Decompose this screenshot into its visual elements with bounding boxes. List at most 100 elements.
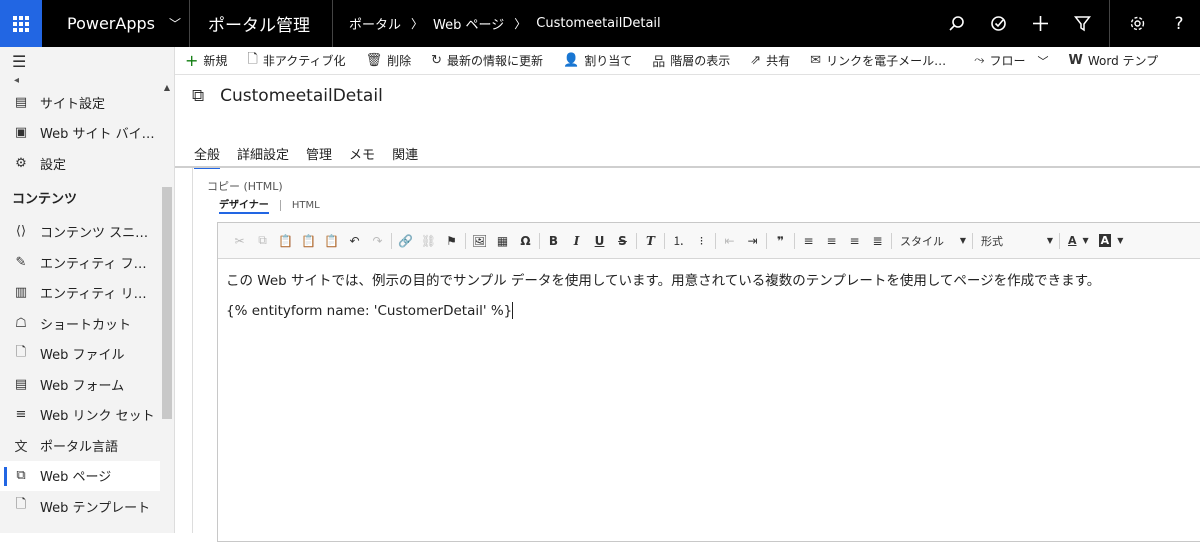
sidebar-item-content-snippet[interactable]: ⟨⟩ コンテンツ スニ…: [0, 217, 160, 248]
outdent-icon[interactable]: ⇤: [718, 230, 741, 252]
plus-icon: +: [185, 51, 199, 70]
remove-format-icon[interactable]: T: [639, 230, 662, 252]
link-icon[interactable]: 🔗: [394, 230, 417, 252]
sidebar-item-label: Web ファイル: [40, 348, 125, 364]
app-switcher[interactable]: PowerApps ﹀: [42, 0, 190, 47]
flow-button[interactable]: ⤳ フロー ﹀: [964, 47, 1058, 74]
hierarchy-icon: 品: [652, 55, 666, 70]
sidebar-scrollbar[interactable]: [162, 187, 172, 419]
top-nav-bar: PowerApps ﹀ ポータル管理 ポータル 〉 Web ページ 〉 Cust…: [0, 0, 1200, 47]
sidebar-item-web-page[interactable]: ⧉ Web ページ: [0, 460, 160, 491]
entity-form-icon: ✎: [15, 254, 27, 270]
paste-text-icon[interactable]: 📋: [297, 230, 320, 252]
command-label: 最新の情報に更新: [447, 54, 544, 68]
numbered-list-icon[interactable]: ⒈: [667, 230, 690, 252]
sidebar-item-web-template[interactable]: 🗋 Web テンプレート: [0, 491, 160, 522]
editor-toolbar: ✂ ⧉ 📋 📋 📋 ↶ ↷ 🔗 ⛓ ⚑ 🖼 ▦ Ω B I U S T ⒈ ⁝: [218, 223, 1200, 259]
undo-icon[interactable]: ↶: [343, 230, 366, 252]
html-tab[interactable]: HTML: [292, 200, 320, 211]
blockquote-icon[interactable]: ❞: [769, 230, 792, 252]
target-icon[interactable]: [977, 0, 1019, 47]
sidebar-item-entity-list[interactable]: ▥ エンティティ リ…: [0, 278, 160, 309]
web-page-icon: ⧉: [192, 86, 205, 106]
format-dropdown[interactable]: 形式 ▼: [975, 230, 1057, 252]
table-icon[interactable]: ▦: [491, 230, 514, 252]
command-label: 削除: [387, 54, 412, 68]
website-binding-icon: ▣: [14, 125, 28, 141]
sidebar-item-entity-form[interactable]: ✎ エンティティ フ…: [0, 247, 160, 278]
align-left-icon[interactable]: ≡: [797, 230, 820, 252]
bold-icon[interactable]: B: [542, 230, 565, 252]
site-settings-icon: ▤: [14, 94, 28, 110]
image-icon[interactable]: 🖼: [468, 230, 491, 252]
align-center-icon[interactable]: ≡: [820, 230, 843, 252]
sidebar-item-shortcut[interactable]: ☖ ショートカット: [0, 308, 160, 339]
divider: [1059, 232, 1060, 249]
editor-content[interactable]: この Web サイトでは、例示の目的でサンプル データを使用しています。用意され…: [218, 259, 1200, 344]
align-right-icon[interactable]: ≡: [843, 230, 866, 252]
new-button[interactable]: + 新規: [175, 47, 237, 74]
paste-word-icon[interactable]: 📋: [320, 230, 343, 252]
bulleted-list-icon[interactable]: ⁝: [690, 230, 713, 252]
liquid-code-text: {% entityform name: 'CustomerDetail' %}: [226, 303, 513, 320]
indent-icon[interactable]: ⇥: [741, 230, 764, 252]
sidebar-item-web-link-set[interactable]: ≡ Web リンク セット: [0, 400, 160, 431]
caret-down-icon: ▼: [959, 236, 966, 245]
sidebar-section-title: コンテンツ: [12, 192, 78, 207]
paragraph: この Web サイトでは、例示の目的でサンプル データを使用しています。用意され…: [226, 273, 1101, 289]
paste-icon[interactable]: 📋: [274, 230, 297, 252]
sidebar-item-label: Web ページ: [40, 470, 112, 486]
sidebar-item-label: Web サイト バイ…: [40, 127, 155, 143]
hamburger-menu-icon[interactable]: ☰: [0, 47, 174, 75]
delete-button[interactable]: 🗑 削除: [356, 47, 422, 74]
app-launcher-icon[interactable]: [0, 0, 42, 47]
caret-down-icon: ▼: [1117, 236, 1124, 245]
italic-icon[interactable]: I: [565, 230, 588, 252]
font-color-button[interactable]: A ▼: [1062, 230, 1093, 252]
refresh-button[interactable]: ↻ 最新の情報に更新: [421, 47, 553, 74]
format-dropdown-label: 形式: [981, 234, 1003, 248]
designer-tab[interactable]: デザイナー: [219, 196, 269, 214]
background-color-icon: A: [1098, 234, 1112, 247]
sidebar-item-settings[interactable]: ⚙ 設定: [0, 148, 160, 179]
gear-icon[interactable]: [1116, 0, 1158, 47]
background-color-button[interactable]: A ▼: [1093, 230, 1128, 252]
delete-icon: 🗑: [365, 53, 383, 68]
word-template-button[interactable]: W Word テンプ: [1059, 47, 1169, 74]
justify-icon[interactable]: ≣: [866, 230, 889, 252]
help-icon[interactable]: ?: [1158, 0, 1200, 47]
scroll-up-arrow-icon[interactable]: ▲: [164, 83, 170, 92]
divider: [539, 232, 540, 249]
redo-icon[interactable]: ↷: [366, 230, 389, 252]
share-button[interactable]: ⇗ 共有: [740, 47, 800, 74]
filter-icon[interactable]: [1061, 0, 1103, 47]
chevron-right-icon: 〉: [514, 17, 527, 31]
command-label: 割り当て: [584, 54, 633, 68]
plus-icon[interactable]: [1019, 0, 1061, 47]
sidebar-item-web-form[interactable]: ▤ Web フォーム: [0, 369, 160, 400]
divider: [1109, 0, 1110, 47]
sidebar-item-web-file[interactable]: 🗋 Web ファイル: [0, 339, 160, 370]
strikethrough-icon[interactable]: S: [611, 230, 634, 252]
view-hierarchy-button[interactable]: 品 階層の表示: [642, 47, 740, 74]
email-link-button[interactable]: ✉ リンクを電子メール…: [800, 47, 956, 74]
style-dropdown[interactable]: スタイル ▼: [894, 230, 970, 252]
breadcrumb-item-webpage[interactable]: Web ページ: [433, 14, 504, 33]
chevron-down-icon: ﹀: [1037, 54, 1049, 68]
underline-icon[interactable]: U: [588, 230, 611, 252]
sidebar-item-site-settings[interactable]: ▤ サイト設定: [0, 87, 160, 118]
breadcrumb-item-portal[interactable]: ポータル: [349, 14, 401, 33]
special-char-icon[interactable]: Ω: [514, 230, 537, 252]
copy-icon[interactable]: ⧉: [251, 230, 274, 252]
sidebar-item-portal-language[interactable]: 文 ポータル言語: [0, 430, 160, 461]
divider: [664, 232, 665, 249]
cut-icon[interactable]: ✂: [228, 230, 251, 252]
assign-button[interactable]: 👤 割り当て: [553, 47, 642, 74]
rich-text-editor: ✂ ⧉ 📋 📋 📋 ↶ ↷ 🔗 ⛓ ⚑ 🖼 ▦ Ω B I U S T ⒈ ⁝: [217, 222, 1200, 542]
portal-title[interactable]: ポータル管理: [190, 0, 333, 47]
deactivate-button[interactable]: 🗋 非アクティブ化: [237, 47, 355, 74]
anchor-flag-icon[interactable]: ⚑: [440, 230, 463, 252]
unlink-icon[interactable]: ⛓: [417, 230, 440, 252]
sidebar-item-website-binding[interactable]: ▣ Web サイト バイ…: [0, 118, 160, 149]
search-icon[interactable]: [935, 0, 977, 47]
